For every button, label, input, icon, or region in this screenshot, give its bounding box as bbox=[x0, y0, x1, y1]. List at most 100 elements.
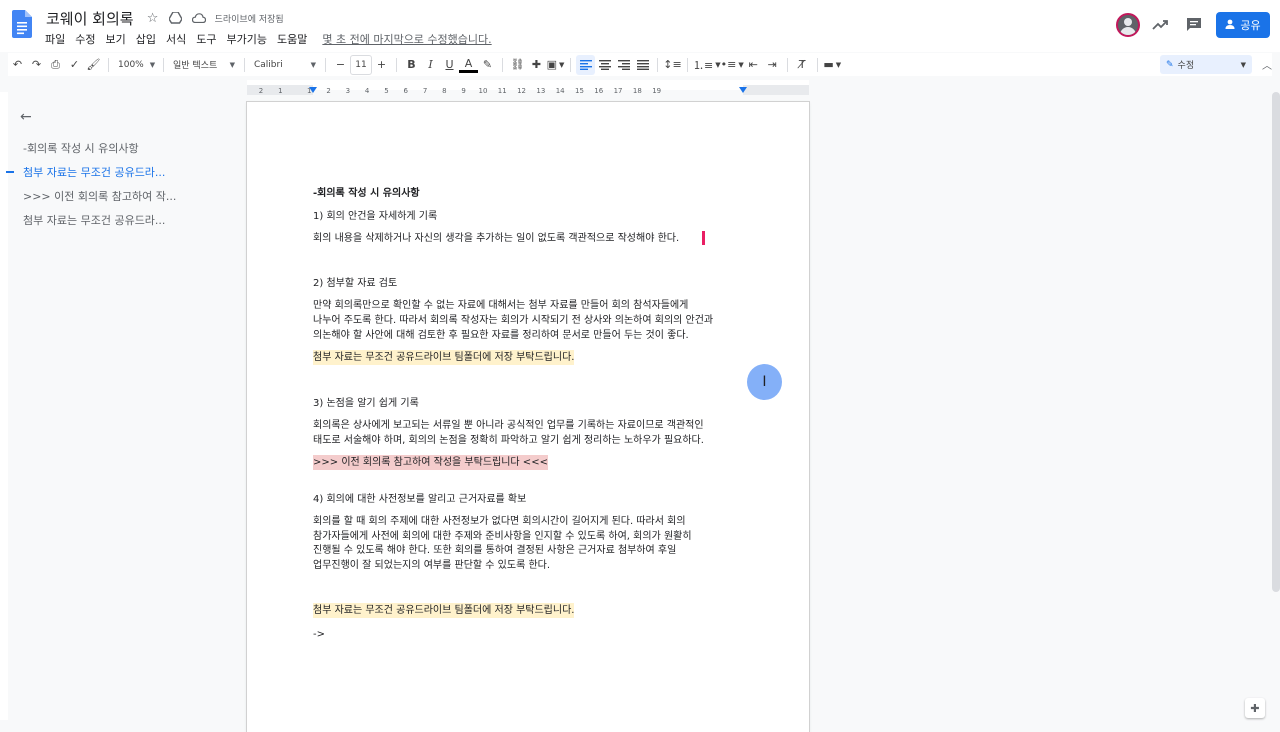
ruler-tick-label: 2 bbox=[259, 87, 263, 95]
person-add-icon bbox=[1225, 19, 1236, 32]
bold-icon[interactable]: B bbox=[402, 55, 421, 75]
section-4-body-line: 참가자들에게 사전에 회의에 대한 주제와 준비사항을 인지할 수 있도록 하여… bbox=[313, 531, 692, 542]
text-color-icon[interactable]: A bbox=[459, 57, 478, 73]
ruler-tick-label: 10 bbox=[478, 87, 487, 95]
move-to-drive-icon[interactable] bbox=[167, 9, 185, 27]
ruler-tick-label: 4 bbox=[365, 87, 370, 95]
outline-item-previous-minutes[interactable]: >>> 이전 회의록 참고하여 작... bbox=[23, 188, 183, 204]
ruler-tick-label: 9 bbox=[461, 87, 465, 95]
document-page[interactable]: -회의록 작성 시 유의사항 1) 회의 안건을 자세하게 기록 회의 내용을 … bbox=[247, 102, 809, 732]
highlight-color-icon[interactable]: ✎ bbox=[478, 55, 497, 75]
vertical-ruler[interactable] bbox=[0, 92, 8, 720]
section-2-body-line: 만약 회의록만으로 확인할 수 없는 자료에 대해서는 첨부 자료를 만들어 회… bbox=[313, 300, 689, 311]
section-2-body-line: 의논해야 할 사안에 대해 검토한 후 필요한 자료를 정리하여 문서로 만들어… bbox=[313, 330, 689, 341]
menu-view[interactable]: 보기 bbox=[101, 29, 131, 49]
comment-history-icon[interactable] bbox=[1183, 14, 1205, 36]
outline-item-attach-note-2[interactable]: 첨부 자료는 무조건 공유드라... bbox=[23, 212, 183, 228]
ruler-tick-label: 15 bbox=[575, 87, 584, 95]
undo-icon[interactable]: ↶ bbox=[8, 55, 27, 75]
section-3-body-line: 태도로 서술해야 하며, 회의의 논점을 정확히 파악하고 알기 쉽게 정리하는… bbox=[313, 435, 704, 446]
menu-edit[interactable]: 수정 bbox=[70, 29, 100, 49]
ruler-tick-label: 1 bbox=[278, 87, 282, 95]
underline-icon[interactable]: U bbox=[440, 55, 459, 75]
section-2-body-line: 나누어 주도록 한다. 따라서 회의록 작성자는 회의가 시작되기 전 상사와 … bbox=[313, 315, 714, 326]
insert-image-icon[interactable]: ▣ ▼ bbox=[546, 55, 565, 75]
spellcheck-icon[interactable]: ✓ bbox=[65, 55, 84, 75]
avatar[interactable] bbox=[1116, 13, 1140, 37]
close-outline-arrow-icon[interactable]: ← bbox=[20, 109, 32, 125]
attachment-note-highlight-2: 첨부 자료는 무조건 공유드라이브 팀폴더에 저장 부탁드립니다. bbox=[313, 603, 575, 618]
section-4-body-line: 회의를 할 때 회의 주제에 대한 사전정보가 없다면 회의시간이 길어지게 된… bbox=[313, 516, 686, 527]
section-3-body-line: 회의록은 상사에게 보고되는 서류일 뿐 아니라 공식적인 업무를 기록하는 자… bbox=[313, 420, 704, 431]
menu-tools[interactable]: 도구 bbox=[191, 29, 221, 49]
clear-formatting-icon[interactable]: T̸ bbox=[793, 55, 812, 75]
line-spacing-icon[interactable]: ↕≡ bbox=[663, 55, 682, 75]
pencil-icon: ✎ bbox=[1166, 59, 1174, 70]
menu-format[interactable]: 서식 bbox=[161, 29, 191, 49]
add-comment-icon[interactable]: ✚ bbox=[527, 55, 546, 75]
font-size-increase-icon[interactable]: + bbox=[372, 55, 391, 75]
ruler-tick-label: 6 bbox=[404, 87, 409, 95]
cloud-saved-icon[interactable] bbox=[190, 9, 208, 27]
style-select[interactable]: 일반 텍스트 ▼ bbox=[169, 55, 239, 75]
explore-icon[interactable]: ✚ bbox=[1245, 698, 1265, 718]
menu-file[interactable]: 파일 bbox=[40, 29, 70, 49]
document-title[interactable]: 코웨이 회의록 bbox=[46, 8, 134, 29]
menu-addons[interactable]: 부가기능 bbox=[222, 29, 272, 49]
previous-minutes-note-highlight: >>> 이전 회의록 참고하여 작성을 부탁드립니다 <<< bbox=[313, 455, 548, 470]
ruler-tick-label: 8 bbox=[442, 87, 446, 95]
ruler-tick-label: 12 bbox=[517, 87, 526, 95]
docs-logo-icon[interactable] bbox=[12, 10, 32, 38]
font-select[interactable]: Calibri ▼ bbox=[250, 55, 320, 75]
align-center-icon[interactable] bbox=[595, 55, 614, 75]
attachment-note-highlight: 첨부 자료는 무조건 공유드라이브 팀폴더에 저장 부탁드립니다. bbox=[313, 350, 575, 365]
ruler-tick-label: 19 bbox=[652, 87, 661, 95]
share-button[interactable]: 공유 bbox=[1216, 12, 1270, 38]
mouse-pointer-highlight: I bbox=[747, 364, 782, 400]
activity-trend-icon[interactable] bbox=[1149, 14, 1171, 36]
section-1-title: 1) 회의 안건을 자세하게 기록 bbox=[313, 211, 438, 222]
redo-icon[interactable]: ↷ bbox=[27, 55, 46, 75]
increase-indent-icon[interactable]: ⇥ bbox=[763, 55, 782, 75]
insert-link-icon[interactable]: ⛓︎ bbox=[508, 55, 527, 75]
font-size-input[interactable]: 11 bbox=[350, 54, 372, 75]
ruler-tick-label: 7 bbox=[423, 87, 427, 95]
horizontal-ruler[interactable]: 2 1 1 2 3 4 5 6 7 8 9 10 11 12 13 14 15 16 17 18 19 bbox=[247, 80, 809, 95]
section-4-body-line: 진행될 수 있도록 해야 한다. 또한 회의를 통하여 결정된 사항은 근거자료… bbox=[313, 545, 677, 556]
section-3-title: 3) 논점을 알기 쉽게 기록 bbox=[313, 398, 419, 409]
ruler-tick-label: 3 bbox=[346, 87, 350, 95]
print-icon[interactable]: ⎙ bbox=[46, 55, 65, 75]
section-1-body: 회의 내용을 삭제하거나 자신의 생각을 추가하는 일이 없도록 객관적으로 작… bbox=[313, 233, 680, 244]
align-justify-icon[interactable] bbox=[633, 55, 652, 75]
font-size-decrease-icon[interactable]: − bbox=[331, 55, 350, 75]
save-status: 드라이브에 저장됨 bbox=[214, 14, 284, 25]
decrease-indent-icon[interactable]: ⇤ bbox=[744, 55, 763, 75]
section-2-title: 2) 첨부할 자료 검토 bbox=[313, 278, 398, 289]
bulleted-list-icon[interactable]: •≡ ▼ bbox=[721, 55, 744, 75]
star-icon[interactable]: ☆ bbox=[144, 9, 162, 27]
outline-item-heading[interactable]: -회의록 작성 시 유의사항 bbox=[23, 140, 183, 156]
paint-format-icon[interactable]: 🖌︎ bbox=[84, 55, 103, 75]
vertical-scrollbar[interactable] bbox=[1272, 92, 1280, 592]
outline-active-marker bbox=[6, 171, 14, 173]
menu-insert[interactable]: 삽입 bbox=[131, 29, 161, 49]
menu-help[interactable]: 도움말 bbox=[272, 29, 312, 49]
collapse-menus-icon[interactable]: ︿ bbox=[1262, 57, 1272, 72]
ruler-tick-label: 18 bbox=[633, 87, 642, 95]
ruler-tick-label: 14 bbox=[556, 87, 565, 95]
last-edit-link[interactable]: 몇 초 전에 마지막으로 수정했습니다. bbox=[322, 31, 491, 47]
italic-icon[interactable]: I bbox=[421, 55, 440, 75]
numbered-list-icon[interactable]: ⒈≡ ▼ bbox=[693, 55, 721, 75]
text-cursor-icon: I bbox=[762, 374, 767, 390]
arrow-line: -> bbox=[313, 629, 325, 640]
editing-mode-select[interactable]: ✎ 수정 ▼ bbox=[1160, 55, 1252, 74]
ruler-tick-label: 5 bbox=[384, 87, 388, 95]
formatting-toolbar: ↶ ↷ ⎙ ✓ 🖌︎ 100% ▼ 일반 텍스트 ▼ Calibri ▼ − 11 +… bbox=[8, 53, 1272, 76]
input-tools-icon[interactable]: ▬ ▼ bbox=[823, 55, 842, 75]
outline-item-attach-note[interactable]: 첨부 자료는 무조건 공유드라... bbox=[23, 164, 183, 180]
align-right-icon[interactable] bbox=[614, 55, 633, 75]
align-left-icon[interactable] bbox=[576, 54, 595, 75]
zoom-select[interactable]: 100% ▼ bbox=[114, 55, 158, 75]
section-4-title: 4) 회의에 대한 사전정보를 알리고 근거자료를 확보 bbox=[313, 494, 527, 505]
ruler-tick-label: 11 bbox=[498, 87, 507, 95]
